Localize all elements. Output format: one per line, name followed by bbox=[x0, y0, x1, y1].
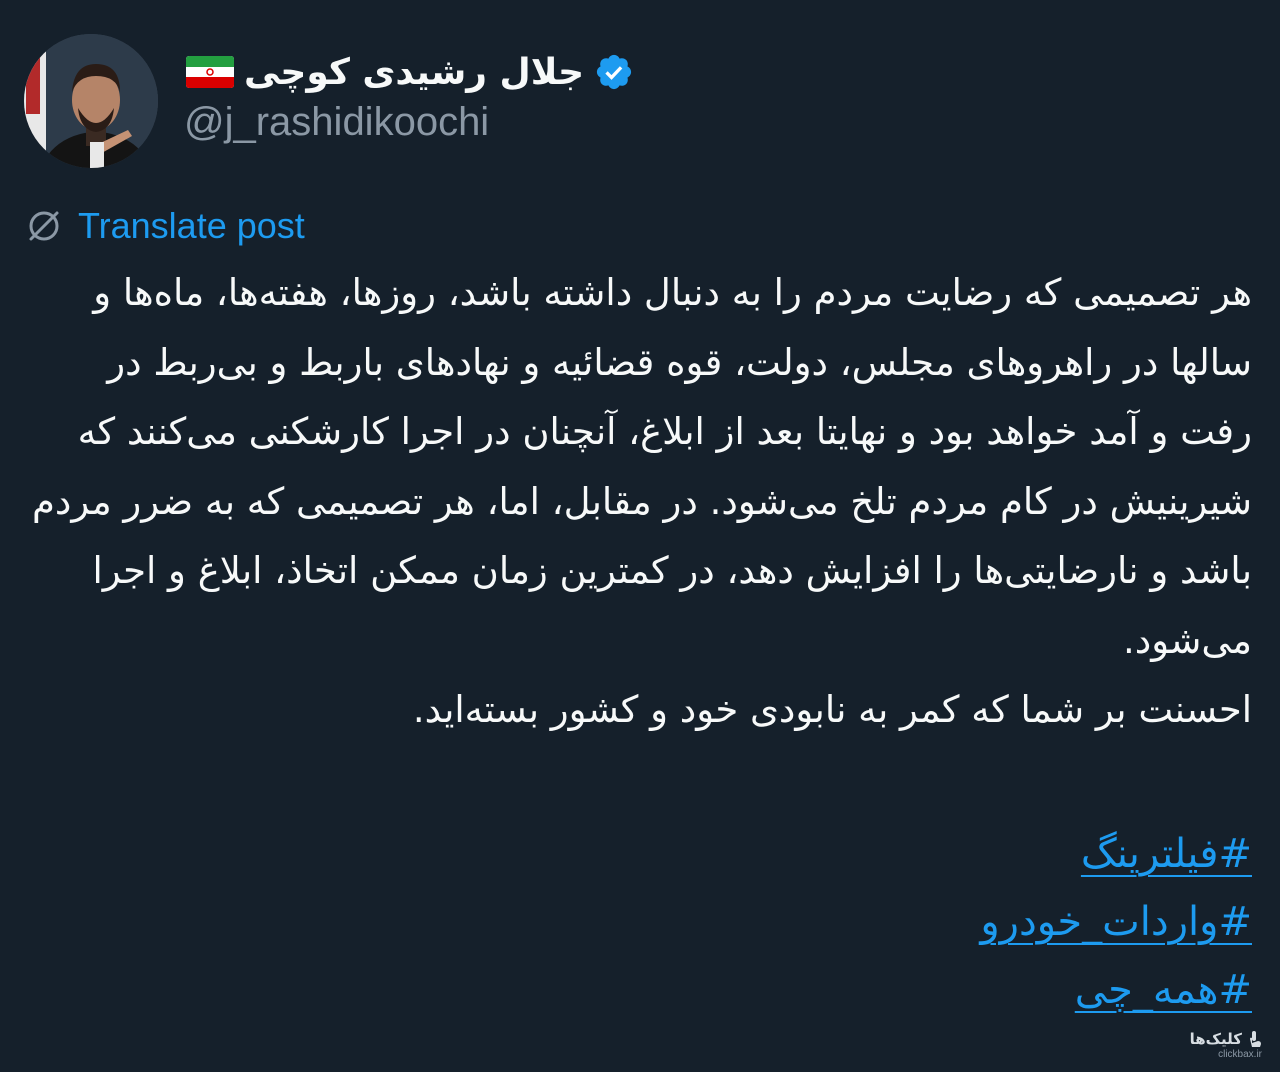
pointer-hand-icon bbox=[1250, 1031, 1261, 1047]
profile-photo bbox=[24, 34, 158, 168]
display-name[interactable]: جلال رشیدی کوچی bbox=[244, 52, 584, 93]
watermark: کلیک‌ها clickbax.ir bbox=[1152, 1030, 1262, 1060]
avatar[interactable] bbox=[24, 34, 158, 168]
user-handle[interactable]: @j_rashidikoochi bbox=[184, 100, 489, 145]
hashtag-link[interactable]: #واردات_خودرو bbox=[980, 888, 1252, 956]
verified-badge-icon bbox=[596, 54, 632, 90]
translate-post-button[interactable]: Translate post bbox=[24, 200, 305, 252]
hashtag-list: #فیلترینگ #واردات_خودرو #همه_چی bbox=[980, 820, 1252, 1024]
hashtag-link[interactable]: #همه_چی bbox=[980, 956, 1252, 1024]
post-paragraph: احسنت بر شما که کمر به نابودی خود و کشور… bbox=[412, 688, 1252, 731]
translate-post-label: Translate post bbox=[78, 205, 305, 246]
globe-slash-icon bbox=[29, 211, 59, 241]
watermark-name: کلیک‌ها bbox=[1189, 1030, 1242, 1048]
watermark-url: clickbax.ir bbox=[1218, 1049, 1262, 1060]
hashtag-link[interactable]: #فیلترینگ bbox=[980, 820, 1252, 888]
post-paragraph: هر تصمیمی که رضایت مردم را به دنبال داشت… bbox=[32, 271, 1252, 662]
author-name-row[interactable]: جلال رشیدی کوچی bbox=[186, 44, 634, 100]
post-text: هر تصمیمی که رضایت مردم را به دنبال داشت… bbox=[26, 258, 1252, 745]
iran-flag-icon bbox=[186, 56, 234, 88]
